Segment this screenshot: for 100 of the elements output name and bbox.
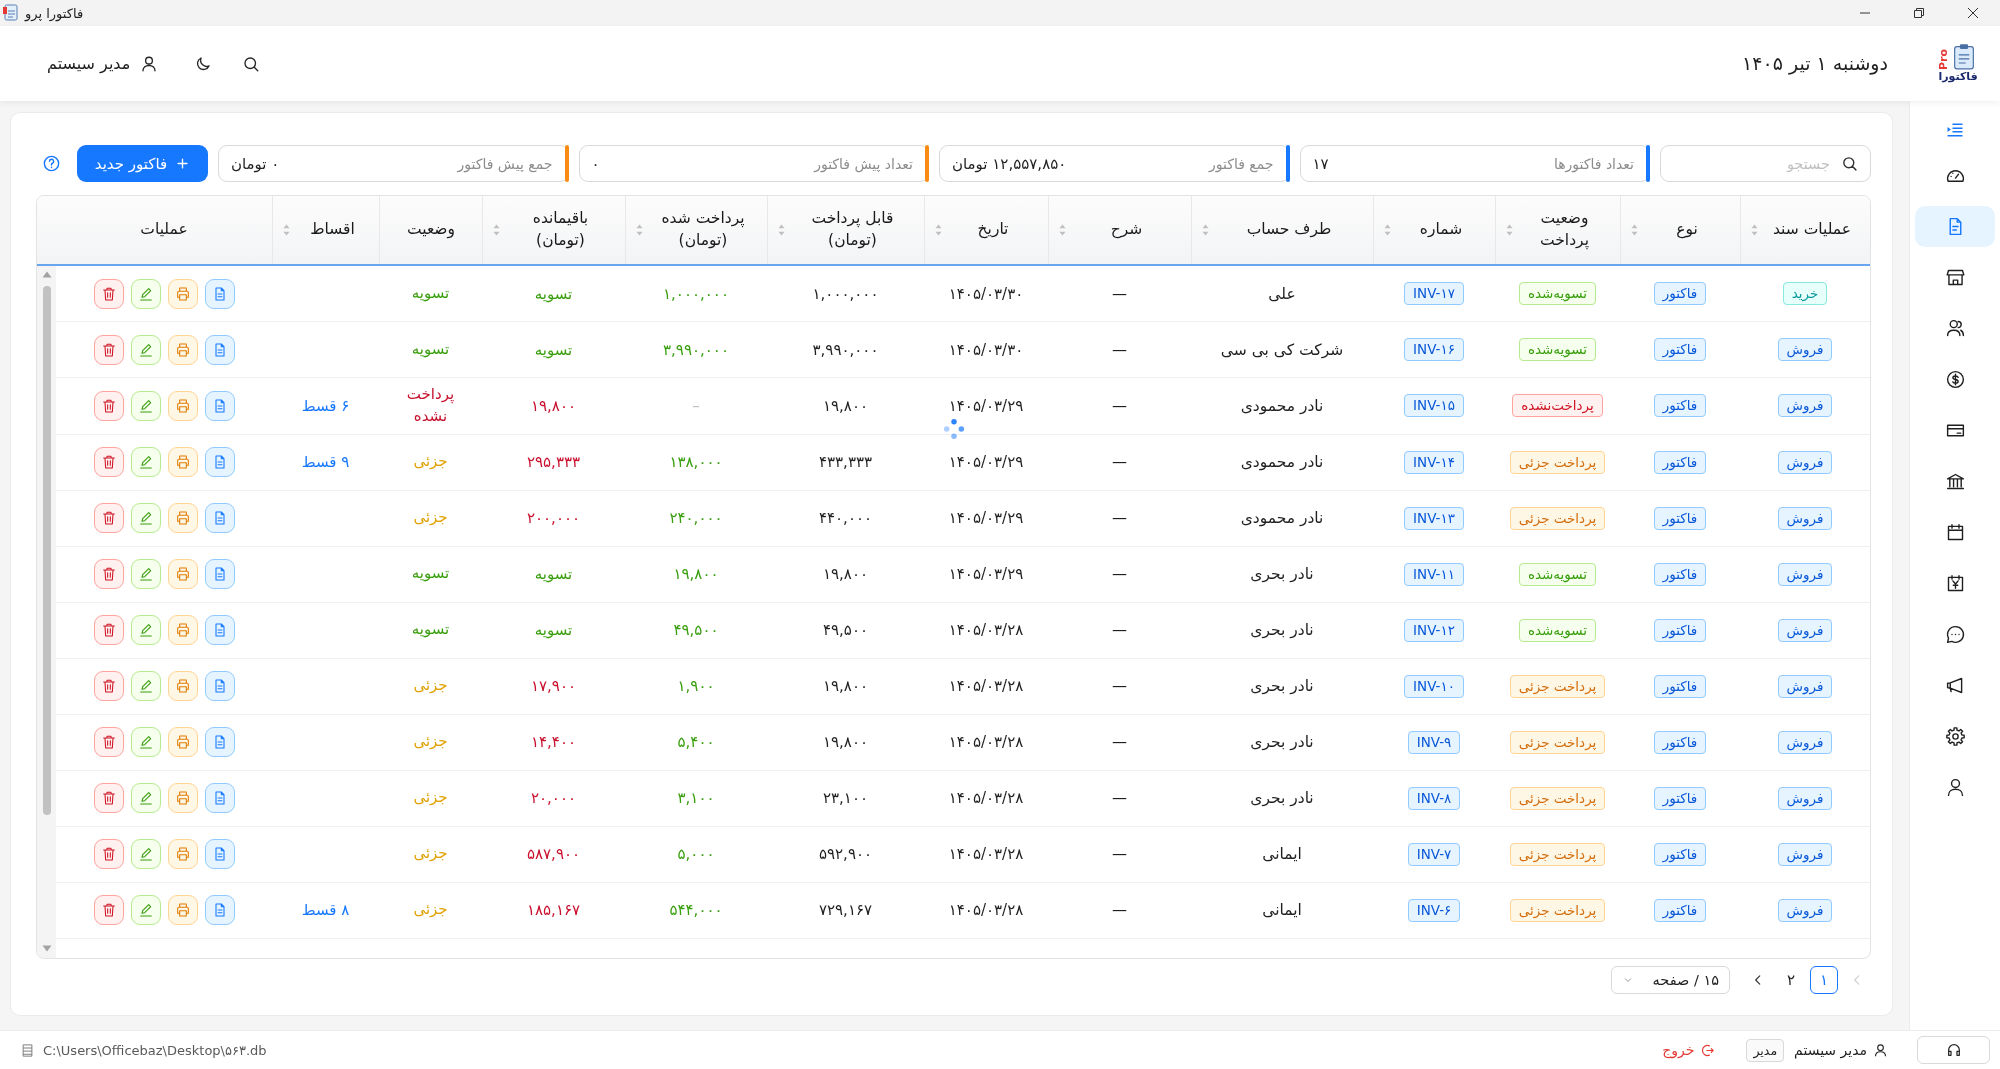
installments-link[interactable]: ۸ قسط — [301, 901, 350, 919]
print-button[interactable] — [167, 278, 198, 309]
delete-button[interactable] — [93, 278, 124, 309]
delete-button[interactable] — [93, 783, 124, 813]
description-text: — — [1112, 677, 1127, 695]
print-button[interactable] — [167, 503, 198, 533]
edit-button[interactable] — [130, 278, 161, 309]
print-button[interactable] — [167, 559, 198, 589]
installments-link[interactable]: ۶ قسط — [301, 396, 350, 415]
print-button[interactable] — [167, 615, 198, 645]
stat-label: تعداد پیش فاکتور — [814, 155, 913, 172]
sort-icon[interactable] — [636, 224, 643, 236]
edit-button[interactable] — [130, 503, 161, 533]
trash-icon — [100, 678, 117, 694]
page-size-select[interactable]: ۱۵ / صفحه — [1611, 966, 1730, 994]
delete-button[interactable] — [93, 334, 124, 365]
delete-button[interactable] — [93, 839, 124, 869]
scroll-up-arrow-icon[interactable] — [41, 271, 52, 278]
type-tag: فاکتور — [1653, 730, 1707, 754]
paid-amount: ۵,۰۰۰ — [677, 845, 715, 863]
sort-icon[interactable] — [778, 224, 785, 236]
page-button[interactable]: ۲ — [1777, 966, 1805, 994]
view-button[interactable] — [204, 895, 235, 925]
delete-button[interactable] — [93, 727, 124, 757]
description-text: — — [1112, 789, 1127, 807]
status-text: جزئی — [413, 731, 448, 753]
view-button[interactable] — [204, 334, 235, 365]
print-button[interactable] — [167, 727, 198, 757]
edit-button[interactable] — [130, 895, 161, 925]
scrollbar-thumb[interactable] — [42, 286, 51, 815]
edit-button[interactable] — [130, 727, 161, 757]
delete-button[interactable] — [93, 503, 124, 533]
delete-button[interactable] — [93, 447, 124, 477]
print-button[interactable] — [167, 447, 198, 477]
page-button[interactable]: ۱ — [1810, 966, 1838, 994]
pencil-icon — [137, 846, 154, 862]
support-button[interactable] — [1917, 1036, 1990, 1064]
scrollbar[interactable] — [37, 266, 56, 958]
view-button[interactable] — [204, 839, 235, 869]
delete-button[interactable] — [93, 390, 124, 421]
type-tag: فاکتور — [1653, 898, 1707, 922]
view-button[interactable] — [204, 671, 235, 701]
search-icon[interactable] — [242, 54, 261, 73]
view-button[interactable] — [204, 278, 235, 309]
delete-button[interactable] — [93, 671, 124, 701]
scroll-down-arrow-icon[interactable] — [41, 945, 52, 952]
delete-button[interactable] — [93, 559, 124, 589]
delete-button[interactable] — [93, 895, 124, 925]
print-button[interactable] — [167, 895, 198, 925]
sort-icon[interactable] — [283, 224, 290, 236]
installments-link[interactable]: ۹ قسط — [301, 453, 350, 471]
paid-amount: ۳,۹۹۰,۰۰۰ — [663, 340, 729, 359]
remaining-value: ۲۰,۰۰۰ — [530, 789, 577, 807]
view-button[interactable] — [204, 390, 235, 421]
status-text: تسویه — [411, 338, 450, 360]
moon-icon[interactable] — [194, 54, 213, 73]
sort-icon[interactable] — [1202, 224, 1209, 236]
column-header: قابل پرداخت (تومان) — [810, 208, 895, 251]
logout-button[interactable]: خروج — [1662, 1042, 1716, 1058]
payable-amount: ۱,۰۰۰,۰۰۰ — [812, 284, 879, 303]
print-button[interactable] — [167, 783, 198, 813]
close-icon[interactable] — [1967, 7, 1979, 19]
new-invoice-button[interactable]: فاکتور جدید — [77, 145, 208, 182]
user-menu-button[interactable]: مدیر سیستم — [47, 54, 159, 73]
payment-status-tag: پرداخت‌نشده — [1512, 394, 1603, 418]
edit-button[interactable] — [130, 390, 161, 421]
edit-button[interactable] — [130, 334, 161, 365]
search-field[interactable]: جستجو — [1660, 145, 1871, 182]
print-button[interactable] — [167, 390, 198, 421]
view-button[interactable] — [204, 783, 235, 813]
view-button[interactable] — [204, 559, 235, 589]
print-button[interactable] — [167, 839, 198, 869]
print-button[interactable] — [167, 334, 198, 365]
sort-icon[interactable] — [1506, 224, 1513, 236]
stat-value: ۰ تومان — [231, 154, 280, 173]
edit-button[interactable] — [130, 671, 161, 701]
view-button[interactable] — [204, 447, 235, 477]
edit-button[interactable] — [130, 783, 161, 813]
help-icon[interactable] — [42, 154, 61, 173]
stat-label: تعداد فاکتورها — [1553, 155, 1634, 172]
sort-icon[interactable] — [1384, 224, 1391, 236]
paid-amount: ۴۹,۵۰۰ — [673, 621, 719, 639]
sort-icon[interactable] — [1059, 224, 1066, 236]
restore-icon[interactable] — [1913, 7, 1925, 19]
edit-button[interactable] — [130, 559, 161, 589]
view-button[interactable] — [204, 727, 235, 757]
sort-icon[interactable] — [935, 224, 942, 236]
sort-icon[interactable] — [493, 224, 500, 236]
delete-button[interactable] — [93, 615, 124, 645]
edit-button[interactable] — [130, 615, 161, 645]
menu-indent-icon[interactable] — [1945, 120, 1965, 140]
sort-icon[interactable] — [1751, 224, 1758, 236]
view-button[interactable] — [204, 615, 235, 645]
edit-button[interactable] — [130, 447, 161, 477]
edit-button[interactable] — [130, 839, 161, 869]
sort-icon[interactable] — [1631, 224, 1638, 236]
view-button[interactable] — [204, 503, 235, 533]
print-button[interactable] — [167, 671, 198, 701]
date-text: ۱۴۰۵/۰۳/۲۹ — [948, 396, 1024, 415]
description-text: — — [1112, 509, 1127, 527]
